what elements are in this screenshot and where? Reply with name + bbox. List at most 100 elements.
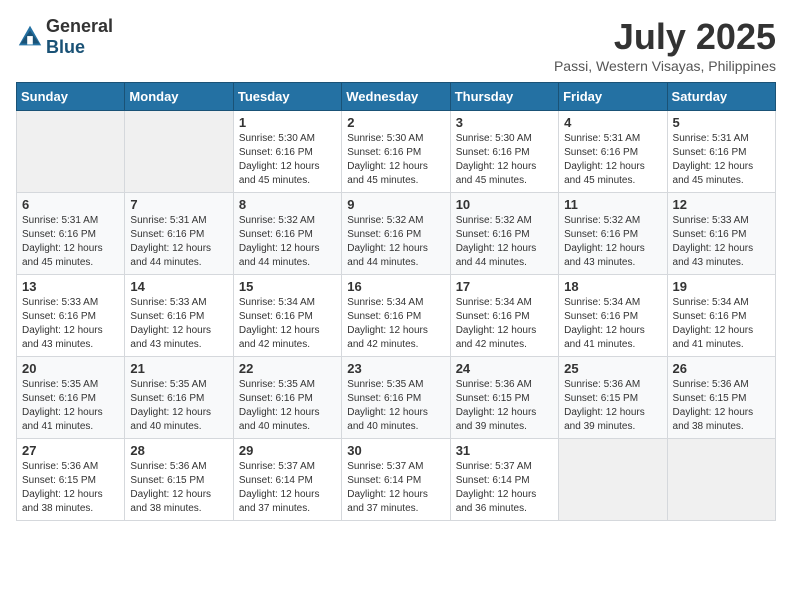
day-number: 4 [564,115,661,130]
weekday-header-monday: Monday [125,83,233,111]
day-number: 10 [456,197,553,212]
weekday-header-friday: Friday [559,83,667,111]
day-number: 24 [456,361,553,376]
day-info: Sunrise: 5:37 AM Sunset: 6:14 PM Dayligh… [239,460,336,516]
calendar-day-cell: 2 Sunrise: 5:30 AM Sunset: 6:16 PM Daylig… [342,111,450,193]
day-info: Sunrise: 5:31 AM Sunset: 6:16 PM Dayligh… [130,214,227,270]
day-info: Sunrise: 5:32 AM Sunset: 6:16 PM Dayligh… [347,214,444,270]
calendar-day-cell: 31 Sunrise: 5:37 AM Sunset: 6:14 PM Dayli… [450,439,558,521]
day-info: Sunrise: 5:31 AM Sunset: 6:16 PM Dayligh… [564,132,661,188]
day-number: 16 [347,279,444,294]
day-info: Sunrise: 5:35 AM Sunset: 6:16 PM Dayligh… [347,378,444,434]
location-title: Passi, Western Visayas, Philippines [554,58,776,74]
logo-icon [16,23,44,51]
calendar-day-cell: 5 Sunrise: 5:31 AM Sunset: 6:16 PM Daylig… [667,111,775,193]
calendar-day-cell [17,111,125,193]
day-info: Sunrise: 5:33 AM Sunset: 6:16 PM Dayligh… [130,296,227,352]
calendar-day-cell: 25Sunrise: 5:36 AM Sunset: 6:15 PM Dayli… [559,357,667,439]
day-number: 15 [239,279,336,294]
day-info: Sunrise: 5:36 AM Sunset: 6:15 PM Dayligh… [22,460,119,516]
title-block: July 2025 Passi, Western Visayas, Philip… [554,16,776,74]
calendar-day-cell: 10 Sunrise: 5:32 AM Sunset: 6:16 PM Dayli… [450,193,558,275]
day-number: 19 [673,279,770,294]
day-info: Sunrise: 5:31 AM Sunset: 6:16 PM Dayligh… [22,214,119,270]
day-info: Sunrise: 5:36 AM Sunset: 6:15 PM Dayligh… [130,460,227,516]
calendar-header-row: SundayMondayTuesdayWednesdayThursdayFrid… [17,83,776,111]
day-number: 23 [347,361,444,376]
day-number: 1 [239,115,336,130]
calendar-day-cell: 28 Sunrise: 5:36 AM Sunset: 6:15 PM Dayli… [125,439,233,521]
logo: General Blue [16,16,113,58]
day-info: Sunrise: 5:36 AM Sunset: 6:15 PM Dayligh… [673,378,770,434]
calendar-day-cell: 17Sunrise: 5:34 AM Sunset: 6:16 PM Dayli… [450,275,558,357]
day-info: Sunrise: 5:33 AM Sunset: 6:16 PM Dayligh… [673,214,770,270]
day-number: 27 [22,443,119,458]
month-title: July 2025 [554,16,776,58]
day-info: Sunrise: 5:35 AM Sunset: 6:16 PM Dayligh… [239,378,336,434]
day-number: 12 [673,197,770,212]
day-info: Sunrise: 5:35 AM Sunset: 6:16 PM Dayligh… [22,378,119,434]
day-info: Sunrise: 5:31 AM Sunset: 6:16 PM Dayligh… [673,132,770,188]
day-info: Sunrise: 5:30 AM Sunset: 6:16 PM Dayligh… [239,132,336,188]
calendar-week-row: 1 Sunrise: 5:30 AM Sunset: 6:16 PM Daylig… [17,111,776,193]
day-number: 29 [239,443,336,458]
page-header: General Blue July 2025 Passi, Western Vi… [16,16,776,74]
calendar-day-cell: 30 Sunrise: 5:37 AM Sunset: 6:14 PM Dayli… [342,439,450,521]
calendar-week-row: 27 Sunrise: 5:36 AM Sunset: 6:15 PM Dayli… [17,439,776,521]
calendar-day-cell: 1 Sunrise: 5:30 AM Sunset: 6:16 PM Daylig… [233,111,341,193]
calendar-day-cell: 19 Sunrise: 5:34 AM Sunset: 6:16 PM Dayli… [667,275,775,357]
day-info: Sunrise: 5:33 AM Sunset: 6:16 PM Dayligh… [22,296,119,352]
calendar-day-cell: 14Sunrise: 5:33 AM Sunset: 6:16 PM Dayli… [125,275,233,357]
day-number: 13 [22,279,119,294]
day-info: Sunrise: 5:35 AM Sunset: 6:16 PM Dayligh… [130,378,227,434]
day-info: Sunrise: 5:30 AM Sunset: 6:16 PM Dayligh… [347,132,444,188]
day-number: 8 [239,197,336,212]
calendar-day-cell: 27 Sunrise: 5:36 AM Sunset: 6:15 PM Dayli… [17,439,125,521]
day-number: 3 [456,115,553,130]
calendar-day-cell [125,111,233,193]
day-info: Sunrise: 5:32 AM Sunset: 6:16 PM Dayligh… [564,214,661,270]
day-info: Sunrise: 5:37 AM Sunset: 6:14 PM Dayligh… [456,460,553,516]
calendar-day-cell: 24 Sunrise: 5:36 AM Sunset: 6:15 PM Dayli… [450,357,558,439]
weekday-header-wednesday: Wednesday [342,83,450,111]
day-number: 7 [130,197,227,212]
day-info: Sunrise: 5:34 AM Sunset: 6:16 PM Dayligh… [347,296,444,352]
day-number: 25 [564,361,661,376]
calendar-day-cell: 6Sunrise: 5:31 AM Sunset: 6:16 PM Daylig… [17,193,125,275]
day-number: 28 [130,443,227,458]
calendar-day-cell: 18Sunrise: 5:34 AM Sunset: 6:16 PM Dayli… [559,275,667,357]
logo-text-blue: Blue [46,37,85,57]
logo-text-general: General [46,16,113,36]
day-number: 2 [347,115,444,130]
day-info: Sunrise: 5:32 AM Sunset: 6:16 PM Dayligh… [456,214,553,270]
day-info: Sunrise: 5:34 AM Sunset: 6:16 PM Dayligh… [239,296,336,352]
weekday-header-tuesday: Tuesday [233,83,341,111]
calendar-day-cell: 21 Sunrise: 5:35 AM Sunset: 6:16 PM Dayli… [125,357,233,439]
day-number: 26 [673,361,770,376]
calendar-day-cell: 4 Sunrise: 5:31 AM Sunset: 6:16 PM Daylig… [559,111,667,193]
calendar-day-cell: 12 Sunrise: 5:33 AM Sunset: 6:16 PM Dayli… [667,193,775,275]
calendar-week-row: 13 Sunrise: 5:33 AM Sunset: 6:16 PM Dayli… [17,275,776,357]
weekday-header-sunday: Sunday [17,83,125,111]
calendar-day-cell: 13 Sunrise: 5:33 AM Sunset: 6:16 PM Dayli… [17,275,125,357]
calendar-day-cell: 3Sunrise: 5:30 AM Sunset: 6:16 PM Daylig… [450,111,558,193]
day-info: Sunrise: 5:34 AM Sunset: 6:16 PM Dayligh… [456,296,553,352]
day-number: 31 [456,443,553,458]
calendar-day-cell: 23 Sunrise: 5:35 AM Sunset: 6:16 PM Dayli… [342,357,450,439]
calendar-day-cell: 7 Sunrise: 5:31 AM Sunset: 6:16 PM Daylig… [125,193,233,275]
day-number: 9 [347,197,444,212]
calendar-table: SundayMondayTuesdayWednesdayThursdayFrid… [16,82,776,521]
calendar-day-cell: 16 Sunrise: 5:34 AM Sunset: 6:16 PM Dayli… [342,275,450,357]
day-number: 30 [347,443,444,458]
day-number: 5 [673,115,770,130]
day-info: Sunrise: 5:37 AM Sunset: 6:14 PM Dayligh… [347,460,444,516]
calendar-week-row: 20Sunrise: 5:35 AM Sunset: 6:16 PM Dayli… [17,357,776,439]
calendar-day-cell: 8 Sunrise: 5:32 AM Sunset: 6:16 PM Daylig… [233,193,341,275]
day-info: Sunrise: 5:32 AM Sunset: 6:16 PM Dayligh… [239,214,336,270]
day-number: 21 [130,361,227,376]
calendar-day-cell [559,439,667,521]
day-info: Sunrise: 5:36 AM Sunset: 6:15 PM Dayligh… [456,378,553,434]
day-number: 22 [239,361,336,376]
calendar-day-cell: 26 Sunrise: 5:36 AM Sunset: 6:15 PM Dayli… [667,357,775,439]
day-info: Sunrise: 5:34 AM Sunset: 6:16 PM Dayligh… [673,296,770,352]
